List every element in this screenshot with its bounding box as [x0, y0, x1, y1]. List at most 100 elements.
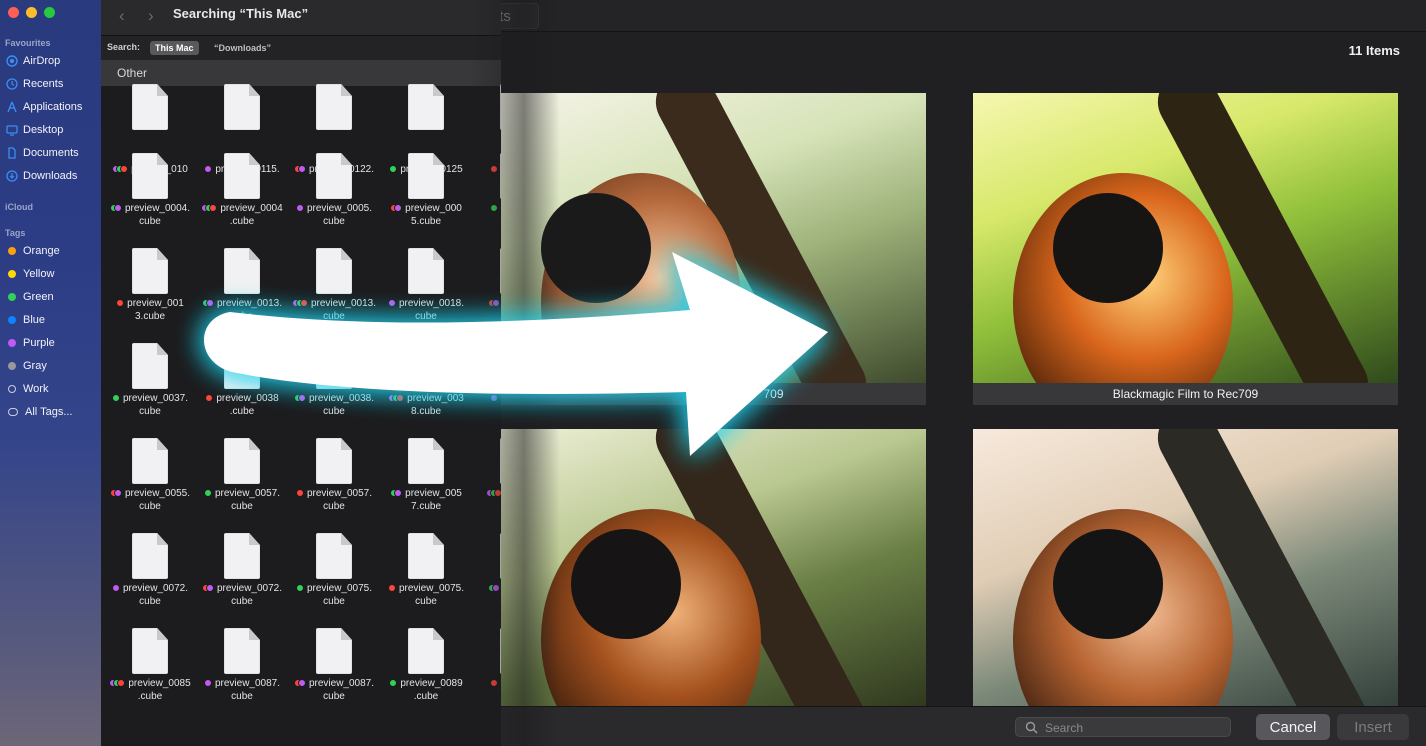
sidebar-tag-item[interactable]: Orange	[6, 245, 60, 257]
file-item[interactable]: preview_0005.cube	[288, 153, 380, 248]
sidebar-tag-item[interactable]: Blue	[6, 314, 45, 326]
file-tag-dots	[293, 679, 306, 688]
file-name-line-1: preview_0057.	[214, 488, 281, 499]
cube-file-icon	[132, 628, 168, 674]
sidebar-item-applications[interactable]: Applications	[6, 101, 82, 113]
icloud-section-title: iCloud	[5, 202, 33, 212]
cube-file-icon	[408, 84, 444, 130]
download-icon	[6, 170, 18, 182]
file-item[interactable]: preview_0087.cube	[288, 628, 380, 723]
sidebar-item-airdrop[interactable]: AirDrop	[6, 55, 60, 67]
scope-this-mac-button[interactable]: This Mac	[150, 41, 199, 55]
file-name: preview_0075. cube	[380, 582, 472, 608]
preset-search-field[interactable]	[1015, 717, 1231, 737]
file-name-line-1: preview_0018.	[398, 298, 465, 309]
search-icon	[1025, 721, 1038, 734]
preset-caption-label: 709	[763, 387, 784, 401]
file-tag-dots	[485, 489, 502, 498]
tag-color-dot	[8, 362, 16, 370]
preset-thumbnail[interactable]	[973, 429, 1398, 719]
cube-file-icon	[316, 84, 352, 130]
file-item[interactable]: preview_0055. cube	[104, 438, 196, 533]
file-item[interactable]: preview_0038.cube	[196, 343, 288, 438]
file-name: preview_0038.cube	[288, 392, 380, 418]
sidebar-item-label: AirDrop	[23, 55, 61, 67]
sidebar-tag-label: Orange	[23, 245, 60, 257]
cube-file-icon	[224, 248, 260, 294]
cancel-button[interactable]: Cancel	[1256, 714, 1330, 740]
file-name-line-2: cube	[231, 311, 253, 322]
zoom-window-button[interactable]	[44, 7, 55, 18]
file-item[interactable]: preview_0018. cube	[380, 248, 472, 343]
preset-thumbnail[interactable]	[501, 93, 926, 383]
file-tag-dots	[489, 679, 498, 688]
forward-arrow-icon[interactable]: ›	[148, 6, 154, 26]
sidebar-tag-label: Gray	[23, 360, 47, 372]
presets-title: Presets	[501, 3, 539, 29]
file-item[interactable]: preview_0075. cube	[288, 533, 380, 628]
file-name-line-2: cube	[323, 691, 345, 702]
file-item[interactable]: preview_0037. cube	[104, 343, 196, 438]
file-name-line-2: 7.cube	[410, 501, 442, 512]
file-tag-dots	[293, 394, 306, 403]
back-arrow-icon[interactable]: ‹	[119, 6, 125, 26]
file-item[interactable]: preview_0013.cube	[196, 248, 288, 343]
scope-downloads-button[interactable]: “Downloads”	[214, 43, 271, 53]
cube-file-icon	[316, 533, 352, 579]
tag-color-dot	[8, 316, 16, 324]
sidebar-tag-item[interactable]: Yellow	[6, 268, 54, 280]
sidebar-item-documents[interactable]: Documents	[6, 147, 79, 159]
document-icon	[6, 147, 18, 159]
preset-thumbnail[interactable]	[973, 93, 1398, 383]
file-item[interactable]: preview_0075. cube	[380, 533, 472, 628]
file-item[interactable]: preview_0072. cube	[196, 533, 288, 628]
sidebar-tag-item[interactable]: All Tags...	[6, 406, 73, 418]
sidebar-tag-item[interactable]: Gray	[6, 360, 47, 372]
file-item[interactable]: preview_0038.cube	[288, 343, 380, 438]
file-tag-dots	[205, 394, 214, 403]
file-item[interactable]: preview_0013.cube	[288, 248, 380, 343]
insert-button[interactable]: Insert	[1337, 714, 1409, 740]
file-name: preview_0089 .cube	[380, 677, 472, 703]
file-name-line-1: preview_0075.	[398, 583, 465, 594]
file-item[interactable]: preview_0057.cube	[288, 438, 380, 533]
presets-title-label: Presets	[501, 8, 511, 25]
sidebar-item-recents[interactable]: Recents	[6, 78, 63, 90]
cube-file-icon	[132, 153, 168, 199]
file-tag-dots	[109, 489, 122, 498]
sidebar-tag-item[interactable]: Work	[6, 383, 48, 395]
file-tag-dots	[291, 299, 308, 308]
sidebar-item-downloads[interactable]: Downloads	[6, 170, 77, 182]
file-name-line-2: 3.cube	[134, 311, 166, 322]
file-name-line-1: preview_0087.	[308, 678, 375, 689]
file-tag-dots	[201, 584, 214, 593]
sidebar-tag-item[interactable]: Green	[6, 291, 54, 303]
file-item[interactable]: preview_0089 .cube	[380, 628, 472, 723]
search-input[interactable]	[1045, 720, 1225, 735]
minimize-window-button[interactable]	[26, 7, 37, 18]
file-item[interactable]: preview_0057.cube	[196, 438, 288, 533]
file-name-line-1: preview_0075.	[306, 583, 373, 594]
group-header-label: Other	[117, 66, 148, 80]
file-tag-dots	[487, 584, 500, 593]
file-name: preview_005 7.cube	[380, 487, 472, 513]
file-item[interactable]: preview_0004.cube	[104, 153, 196, 248]
sidebar-item-desktop[interactable]: Desktop	[6, 124, 63, 136]
file-item[interactable]: preview_0038.cube	[380, 343, 472, 438]
file-item[interactable]: preview_0005.cube	[380, 153, 472, 248]
file-item[interactable]: preview_0072. cube	[104, 533, 196, 628]
favourites-section-title: Favourites	[5, 38, 51, 48]
file-item[interactable]: preview_0085 .cube	[104, 628, 196, 723]
file-tag-dots	[116, 299, 125, 308]
preset-caption: 709	[501, 383, 926, 405]
file-item[interactable]: preview_0004.cube	[196, 153, 288, 248]
file-item[interactable]: preview_0013.cube	[104, 248, 196, 343]
sidebar-item-label: Downloads	[23, 170, 78, 182]
cube-file-icon	[224, 153, 260, 199]
preset-thumbnail[interactable]	[501, 429, 926, 719]
sidebar-tag-item[interactable]: Purple	[6, 337, 55, 349]
file-item[interactable]: preview_0057.cube	[380, 438, 472, 533]
file-name: preview_0072. cube	[196, 582, 288, 608]
file-item[interactable]: preview_0087. cube	[196, 628, 288, 723]
close-window-button[interactable]	[8, 7, 19, 18]
